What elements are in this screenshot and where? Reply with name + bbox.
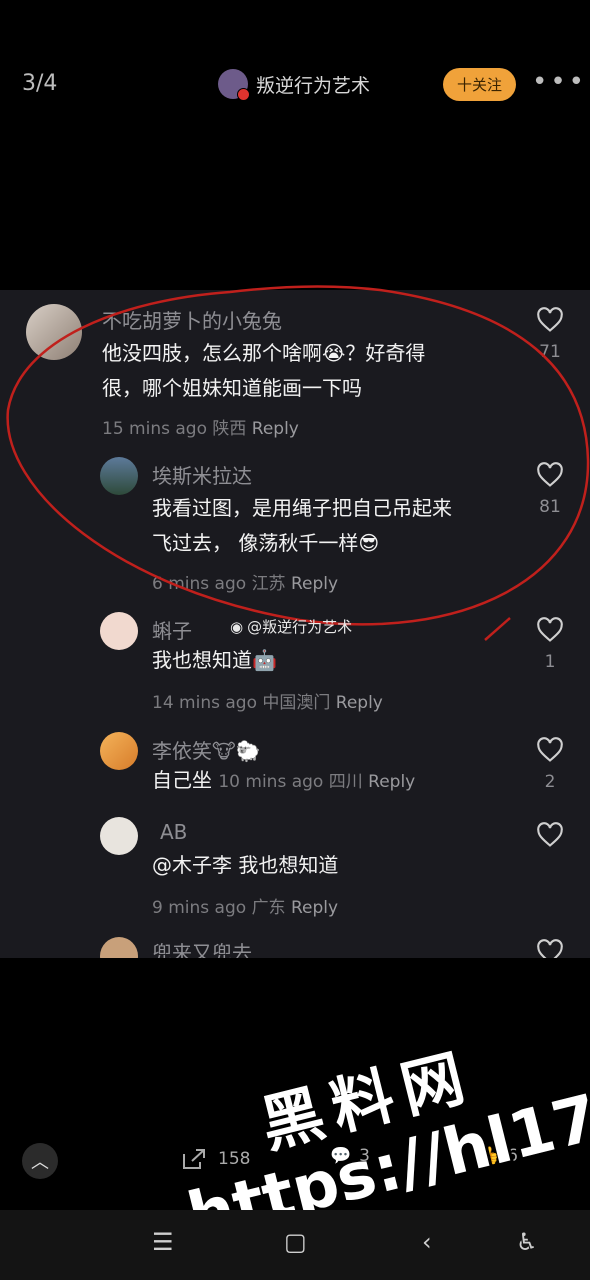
back-icon[interactable]: ‹ xyxy=(422,1228,432,1256)
comment-username[interactable]: 蝌子 xyxy=(152,615,192,644)
reply-button[interactable]: Reply xyxy=(368,772,415,792)
comment-meta: 9 mins ago 广东 Reply xyxy=(152,898,339,918)
heart-icon[interactable] xyxy=(536,462,564,488)
comment-username[interactable]: 李依笑🐮🐑 xyxy=(152,735,261,764)
more-options-icon[interactable]: ••• xyxy=(532,67,587,97)
share-icon xyxy=(183,1149,205,1169)
comment-meta: 6 mins ago 江苏 Reply xyxy=(152,574,339,594)
avatar[interactable] xyxy=(100,612,138,650)
like-count: 81 xyxy=(539,497,561,517)
chevron-up-icon[interactable]: ︿ xyxy=(22,1143,58,1179)
comment-meta: 14 mins ago 中国澳门 Reply xyxy=(152,693,383,713)
comment-username[interactable]: AB xyxy=(160,820,187,844)
comment-text: @木子李 我也想知道 xyxy=(152,853,339,877)
comment-text: 自己坐 10 mins ago 四川 Reply xyxy=(152,768,416,792)
heart-icon[interactable] xyxy=(536,617,564,643)
reply-button[interactable]: Reply xyxy=(291,898,338,918)
comment-text: 我看过图，是用绳子把自己吊起来 飞过去， 像荡秋千一样😎 xyxy=(152,496,452,555)
avatar[interactable] xyxy=(26,304,82,360)
like-count: 1 xyxy=(544,652,556,672)
comment-username[interactable]: 埃斯米拉达 xyxy=(152,460,252,489)
comment-text: 他没四肢，怎么那个啥啊😭？好奇得 很，哪个姐妹知道能画一下吗 xyxy=(102,341,426,400)
reply-button[interactable]: Reply xyxy=(291,574,338,594)
heart-icon[interactable] xyxy=(536,307,564,333)
reply-button[interactable]: Reply xyxy=(252,419,299,439)
like-count: 71 xyxy=(539,342,561,362)
heart-icon[interactable] xyxy=(536,939,564,958)
avatar[interactable] xyxy=(100,817,138,855)
comment-text: 我也想知道🤖 xyxy=(152,648,277,672)
system-nav-bar: ☰ ▢ ‹ ♿ xyxy=(0,1210,590,1280)
weibo-icon: ◉ xyxy=(230,617,244,636)
page-counter: 3/4 xyxy=(22,71,58,96)
accessibility-icon[interactable]: ♿ xyxy=(516,1228,538,1256)
author-avatar[interactable] xyxy=(218,69,250,101)
menu-icon[interactable]: ☰ xyxy=(152,1228,174,1256)
avatar[interactable] xyxy=(100,937,138,958)
heart-icon[interactable] xyxy=(536,737,564,763)
follow-button[interactable]: 十关注 xyxy=(443,68,516,101)
author-info[interactable]: 叛逆行为艺术 xyxy=(218,69,370,101)
comment-username[interactable]: 不吃胡萝卜的小兔兔 xyxy=(102,305,282,334)
reply-button[interactable]: Reply xyxy=(336,693,383,713)
post-header: 3/4 叛逆行为艺术 十关注 ••• xyxy=(0,55,590,115)
comment-meta: 15 mins ago 陕西 Reply xyxy=(102,419,299,439)
avatar[interactable] xyxy=(100,732,138,770)
comment-username[interactable]: 兜来又兜去 xyxy=(152,937,252,958)
home-icon[interactable]: ▢ xyxy=(284,1228,307,1256)
like-count: 2 xyxy=(544,772,556,792)
avatar[interactable] xyxy=(100,457,138,495)
author-name[interactable]: 叛逆行为艺术 xyxy=(256,71,370,98)
heart-icon[interactable] xyxy=(536,822,564,848)
weibo-watermark: ◉ @叛逆行为艺术 xyxy=(230,617,353,637)
